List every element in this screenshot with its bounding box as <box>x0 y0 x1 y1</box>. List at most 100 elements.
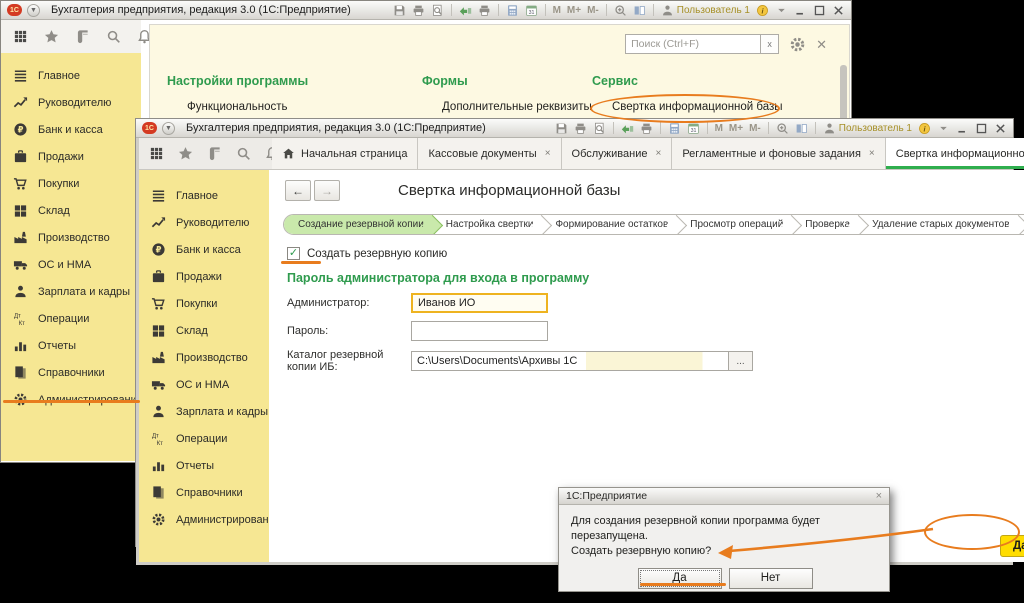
menu-item[interactable]: Свертка информационной базы <box>612 101 783 113</box>
split-view-icon[interactable] <box>795 122 808 135</box>
sidebar-item[interactable]: Производство <box>139 344 269 371</box>
menu-item[interactable]: Функциональность <box>187 101 422 113</box>
sidebar-item[interactable]: Отчеты <box>1 332 141 359</box>
menu-item[interactable]: Дополнительные реквизиты <box>442 101 592 113</box>
close-icon[interactable] <box>832 4 845 17</box>
toolbar-item[interactable] <box>451 4 452 16</box>
wizard-step[interactable]: Просмотр операций <box>676 215 791 234</box>
calculator-icon[interactable] <box>506 4 519 17</box>
search-clear-icon[interactable]: x <box>761 34 779 54</box>
send-icon[interactable] <box>459 4 472 17</box>
sidebar-item[interactable]: Зарплата и кадры <box>139 398 269 425</box>
print-preview-icon[interactable] <box>431 4 444 17</box>
split-view-icon[interactable] <box>633 4 646 17</box>
sidebar-item[interactable]: Администрирование <box>139 506 269 533</box>
toolbar-item[interactable]: M <box>715 123 723 134</box>
print-preview-icon[interactable] <box>593 122 606 135</box>
sidebar-item[interactable]: Зарплата и кадры <box>1 278 141 305</box>
sidebar-item[interactable]: ОС и НМА <box>1 251 141 278</box>
tab[interactable]: Кассовые документы × <box>418 138 561 169</box>
nav-back-button[interactable]: ← <box>285 180 311 201</box>
chevron-down-icon[interactable] <box>775 4 788 17</box>
search-icon[interactable] <box>106 29 121 44</box>
sidebar-item[interactable]: Администрирование <box>1 386 141 413</box>
backup-checkbox[interactable]: ✓ <box>287 247 300 260</box>
print-settings-icon[interactable] <box>478 4 491 17</box>
user-button[interactable]: Пользователь 1 <box>823 122 912 135</box>
toolbar-item[interactable]: M- <box>587 5 599 16</box>
sidebar-item[interactable]: ОС и НМА <box>139 371 269 398</box>
sidebar-item[interactable]: Отчеты <box>139 452 269 479</box>
toolbar-item[interactable] <box>545 4 546 16</box>
send-icon[interactable] <box>621 122 634 135</box>
save-icon[interactable] <box>393 4 406 17</box>
wizard-step[interactable]: Создание резервной копии <box>284 215 432 234</box>
sidebar-item[interactable]: Покупки <box>1 170 141 197</box>
minimize-icon[interactable] <box>794 4 807 17</box>
wizard-step[interactable]: Удаление старых документов <box>858 215 1017 234</box>
sidebar-item[interactable]: Главное <box>139 182 269 209</box>
sections-menu-icon[interactable] <box>149 146 164 161</box>
tab[interactable]: Регламентные и фоновые задания × <box>672 138 885 169</box>
history-icon[interactable] <box>207 146 222 161</box>
front-window-titlebar[interactable]: 1С ▼ Бухгалтерия предприятия, редакция 3… <box>136 119 1013 138</box>
info-icon[interactable] <box>918 122 931 135</box>
toolbar-item[interactable] <box>660 122 661 134</box>
calendar-icon[interactable] <box>687 122 700 135</box>
print-icon[interactable] <box>574 122 587 135</box>
toolbar-item[interactable] <box>606 4 607 16</box>
sidebar-item[interactable]: Справочники <box>139 479 269 506</box>
maximize-icon[interactable] <box>975 122 988 135</box>
search-icon[interactable] <box>236 146 251 161</box>
print-settings-icon[interactable] <box>640 122 653 135</box>
sidebar-item[interactable]: Производство <box>1 224 141 251</box>
favorites-icon[interactable] <box>44 29 59 44</box>
panel-close-icon[interactable]: ✕ <box>816 38 827 51</box>
dialog-titlebar[interactable]: 1С:Предприятие × <box>559 488 889 505</box>
zoom-icon[interactable] <box>776 122 789 135</box>
sidebar-item[interactable]: Склад <box>1 197 141 224</box>
toolbar-item[interactable] <box>707 122 708 134</box>
sidebar-item[interactable]: Руководителю <box>1 89 141 116</box>
toolbar-item[interactable]: M+ <box>567 5 581 16</box>
sidebar-item[interactable]: Продажи <box>1 143 141 170</box>
tab-close-icon[interactable]: × <box>869 148 875 159</box>
back-window-titlebar[interactable]: 1С ▼ Бухгалтерия предприятия, редакция 3… <box>1 1 851 20</box>
close-icon[interactable] <box>994 122 1007 135</box>
toolbar-item[interactable]: M <box>553 5 561 16</box>
backup-folder-field[interactable] <box>411 351 729 371</box>
sidebar-item[interactable]: Склад <box>139 317 269 344</box>
sidebar-item[interactable]: Операции <box>139 425 269 452</box>
print-icon[interactable] <box>412 4 425 17</box>
tab[interactable]: Начальная страница <box>272 138 418 169</box>
sidebar-item[interactable]: Покупки <box>139 290 269 317</box>
sidebar-item[interactable]: Руководителю <box>139 209 269 236</box>
yes-button[interactable]: Да <box>638 568 722 589</box>
sidebar-item[interactable]: Главное <box>1 62 141 89</box>
calculator-icon[interactable] <box>668 122 681 135</box>
sidebar-item[interactable]: Банк и касса <box>1 116 141 143</box>
wizard-step[interactable]: Настройка свертки <box>432 215 542 234</box>
admin-field[interactable] <box>411 293 548 313</box>
tab-close-icon[interactable]: × <box>655 148 661 159</box>
sidebar-item[interactable]: Операции <box>1 305 141 332</box>
tab[interactable]: Свертка информационной базы × <box>886 138 1024 169</box>
favorites-icon[interactable] <box>178 146 193 161</box>
chevron-down-icon[interactable] <box>937 122 950 135</box>
no-button[interactable]: Нет <box>729 568 813 589</box>
search-input[interactable] <box>625 34 761 54</box>
main-menu-dropdown-icon[interactable]: ▼ <box>162 122 175 135</box>
maximize-icon[interactable] <box>813 4 826 17</box>
sidebar-item[interactable]: Справочники <box>1 359 141 386</box>
save-icon[interactable] <box>555 122 568 135</box>
minimize-icon[interactable] <box>956 122 969 135</box>
main-menu-dropdown-icon[interactable]: ▼ <box>27 4 40 17</box>
toolbar-item[interactable] <box>768 122 769 134</box>
tab-close-icon[interactable]: × <box>545 148 551 159</box>
calendar-icon[interactable] <box>525 4 538 17</box>
toolbar-item[interactable] <box>815 122 816 134</box>
browse-button[interactable]: ... <box>729 351 753 371</box>
password-field[interactable] <box>411 321 548 341</box>
toolbar-item[interactable]: M+ <box>729 123 743 134</box>
dialog-close-icon[interactable]: × <box>876 490 882 502</box>
